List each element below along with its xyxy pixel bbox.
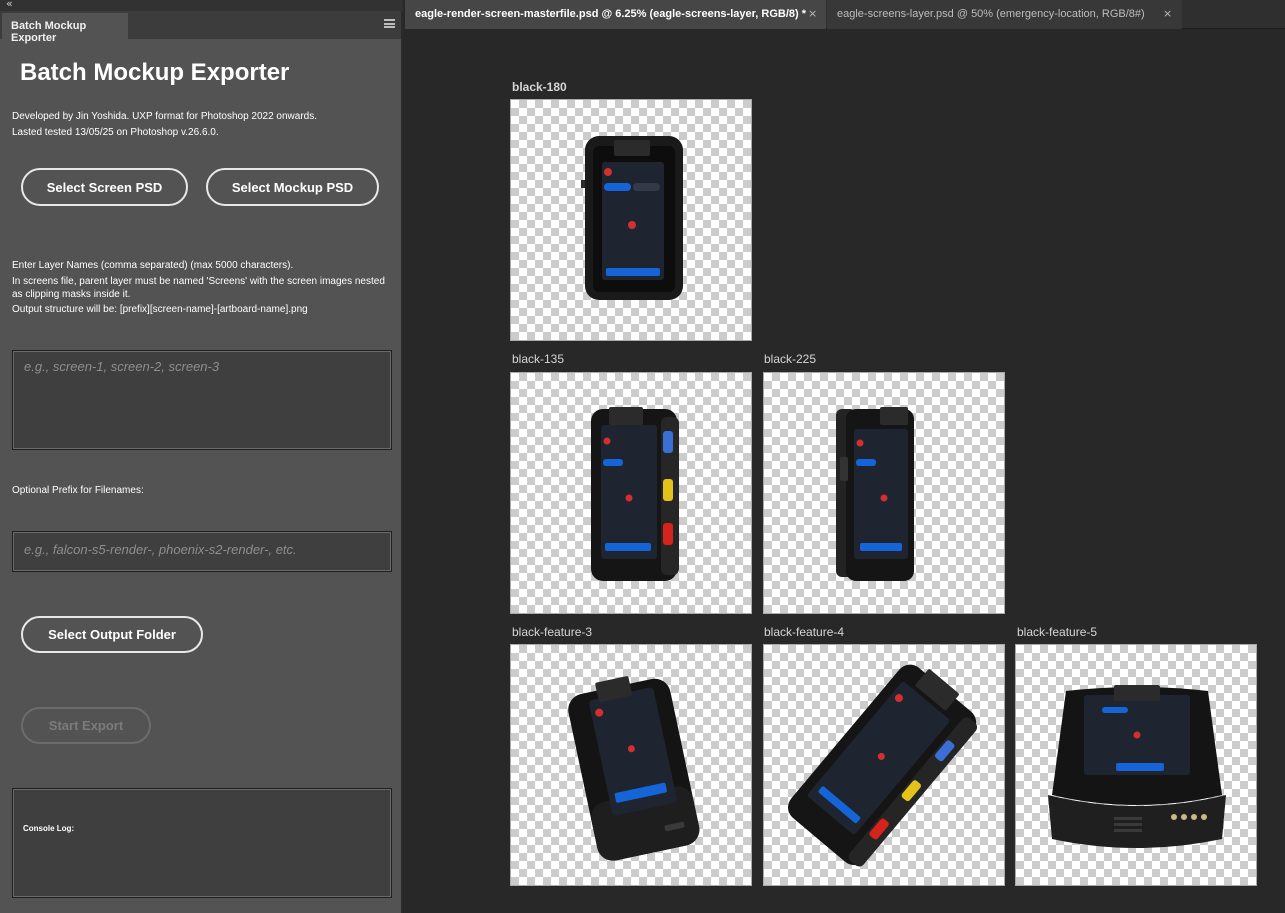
close-icon[interactable]: × — [1163, 7, 1172, 20]
prefix-input[interactable]: e.g., falcon-s5-render-, phoenix-s2-rend… — [12, 531, 392, 572]
batch-mockup-exporter-panel: Batch Mockup Exporter Batch Mockup Expor… — [0, 11, 403, 913]
select-screen-psd-button[interactable]: Select Screen PSD — [21, 168, 188, 206]
start-export-button: Start Export — [21, 707, 151, 744]
document-canvas[interactable]: black-180 black-135 black-225 black-feat… — [405, 30, 1285, 913]
device-angled-left-render — [836, 407, 914, 581]
select-mockup-psd-button[interactable]: Select Mockup PSD — [206, 168, 379, 206]
close-icon[interactable]: × — [808, 7, 817, 20]
layer-info-line-2: In screens file, parent layer must be na… — [12, 276, 385, 300]
device-angled-right-render — [591, 407, 679, 581]
panel-tabstrip: Batch Mockup Exporter — [0, 11, 401, 44]
artboard-black-225[interactable] — [763, 372, 1005, 614]
hamburger-menu-icon[interactable] — [384, 19, 395, 28]
artboard-label[interactable]: black-feature-5 — [1017, 625, 1097, 639]
intro-line-2: Lasted tested 13/05/25 on Photoshop v.26… — [12, 127, 219, 138]
device-front-render — [581, 136, 683, 300]
artboard-label[interactable]: black-180 — [512, 80, 567, 94]
panel-title: Batch Mockup Exporter — [20, 59, 290, 86]
device-feature-3-render — [568, 676, 700, 861]
panel-tab[interactable]: Batch Mockup Exporter — [2, 13, 128, 44]
doc-tab-title: eagle-screens-layer.psd @ 50% (emergency… — [837, 8, 1145, 20]
artboard-black-feature-3[interactable] — [510, 644, 752, 886]
artboard-black-180[interactable] — [510, 99, 752, 341]
layer-names-textarea[interactable]: e.g., screen-1, screen-2, screen-3 — [12, 350, 392, 450]
device-feature-5-render — [1048, 685, 1226, 848]
prefix-label: Optional Prefix for Filenames: — [12, 485, 144, 496]
doc-tab-screens-layer[interactable]: eagle-screens-layer.psd @ 50% (emergency… — [827, 0, 1182, 29]
document-tab-bar: eagle-render-screen-masterfile.psd @ 6.2… — [405, 0, 1285, 29]
layer-info-line-3: Output structure will be: [prefix][scree… — [12, 304, 308, 315]
panel-collapse-bar[interactable]: « — [0, 0, 403, 11]
console-log: Console Log: — [12, 788, 392, 898]
collapse-icon[interactable]: « — [6, 0, 13, 10]
console-log-label: Console Log: — [23, 824, 75, 833]
doc-tab-masterfile[interactable]: eagle-render-screen-masterfile.psd @ 6.2… — [405, 0, 826, 29]
artboard-black-feature-4[interactable] — [763, 644, 1005, 886]
artboard-label[interactable]: black-feature-3 — [512, 625, 592, 639]
artboard-label[interactable]: black-feature-4 — [764, 625, 844, 639]
layer-info-line-1: Enter Layer Names (comma separated) (max… — [12, 260, 294, 271]
select-output-folder-button[interactable]: Select Output Folder — [21, 616, 203, 653]
intro-line-1: Developed by Jin Yoshida. UXP format for… — [12, 111, 318, 122]
device-feature-4-render — [788, 664, 978, 867]
artboard-black-feature-5[interactable] — [1015, 644, 1257, 886]
artboard-label[interactable]: black-225 — [764, 352, 816, 366]
doc-tab-title: eagle-render-screen-masterfile.psd @ 6.2… — [415, 8, 807, 20]
artboard-label[interactable]: black-135 — [512, 352, 564, 366]
artboard-black-135[interactable] — [510, 372, 752, 614]
